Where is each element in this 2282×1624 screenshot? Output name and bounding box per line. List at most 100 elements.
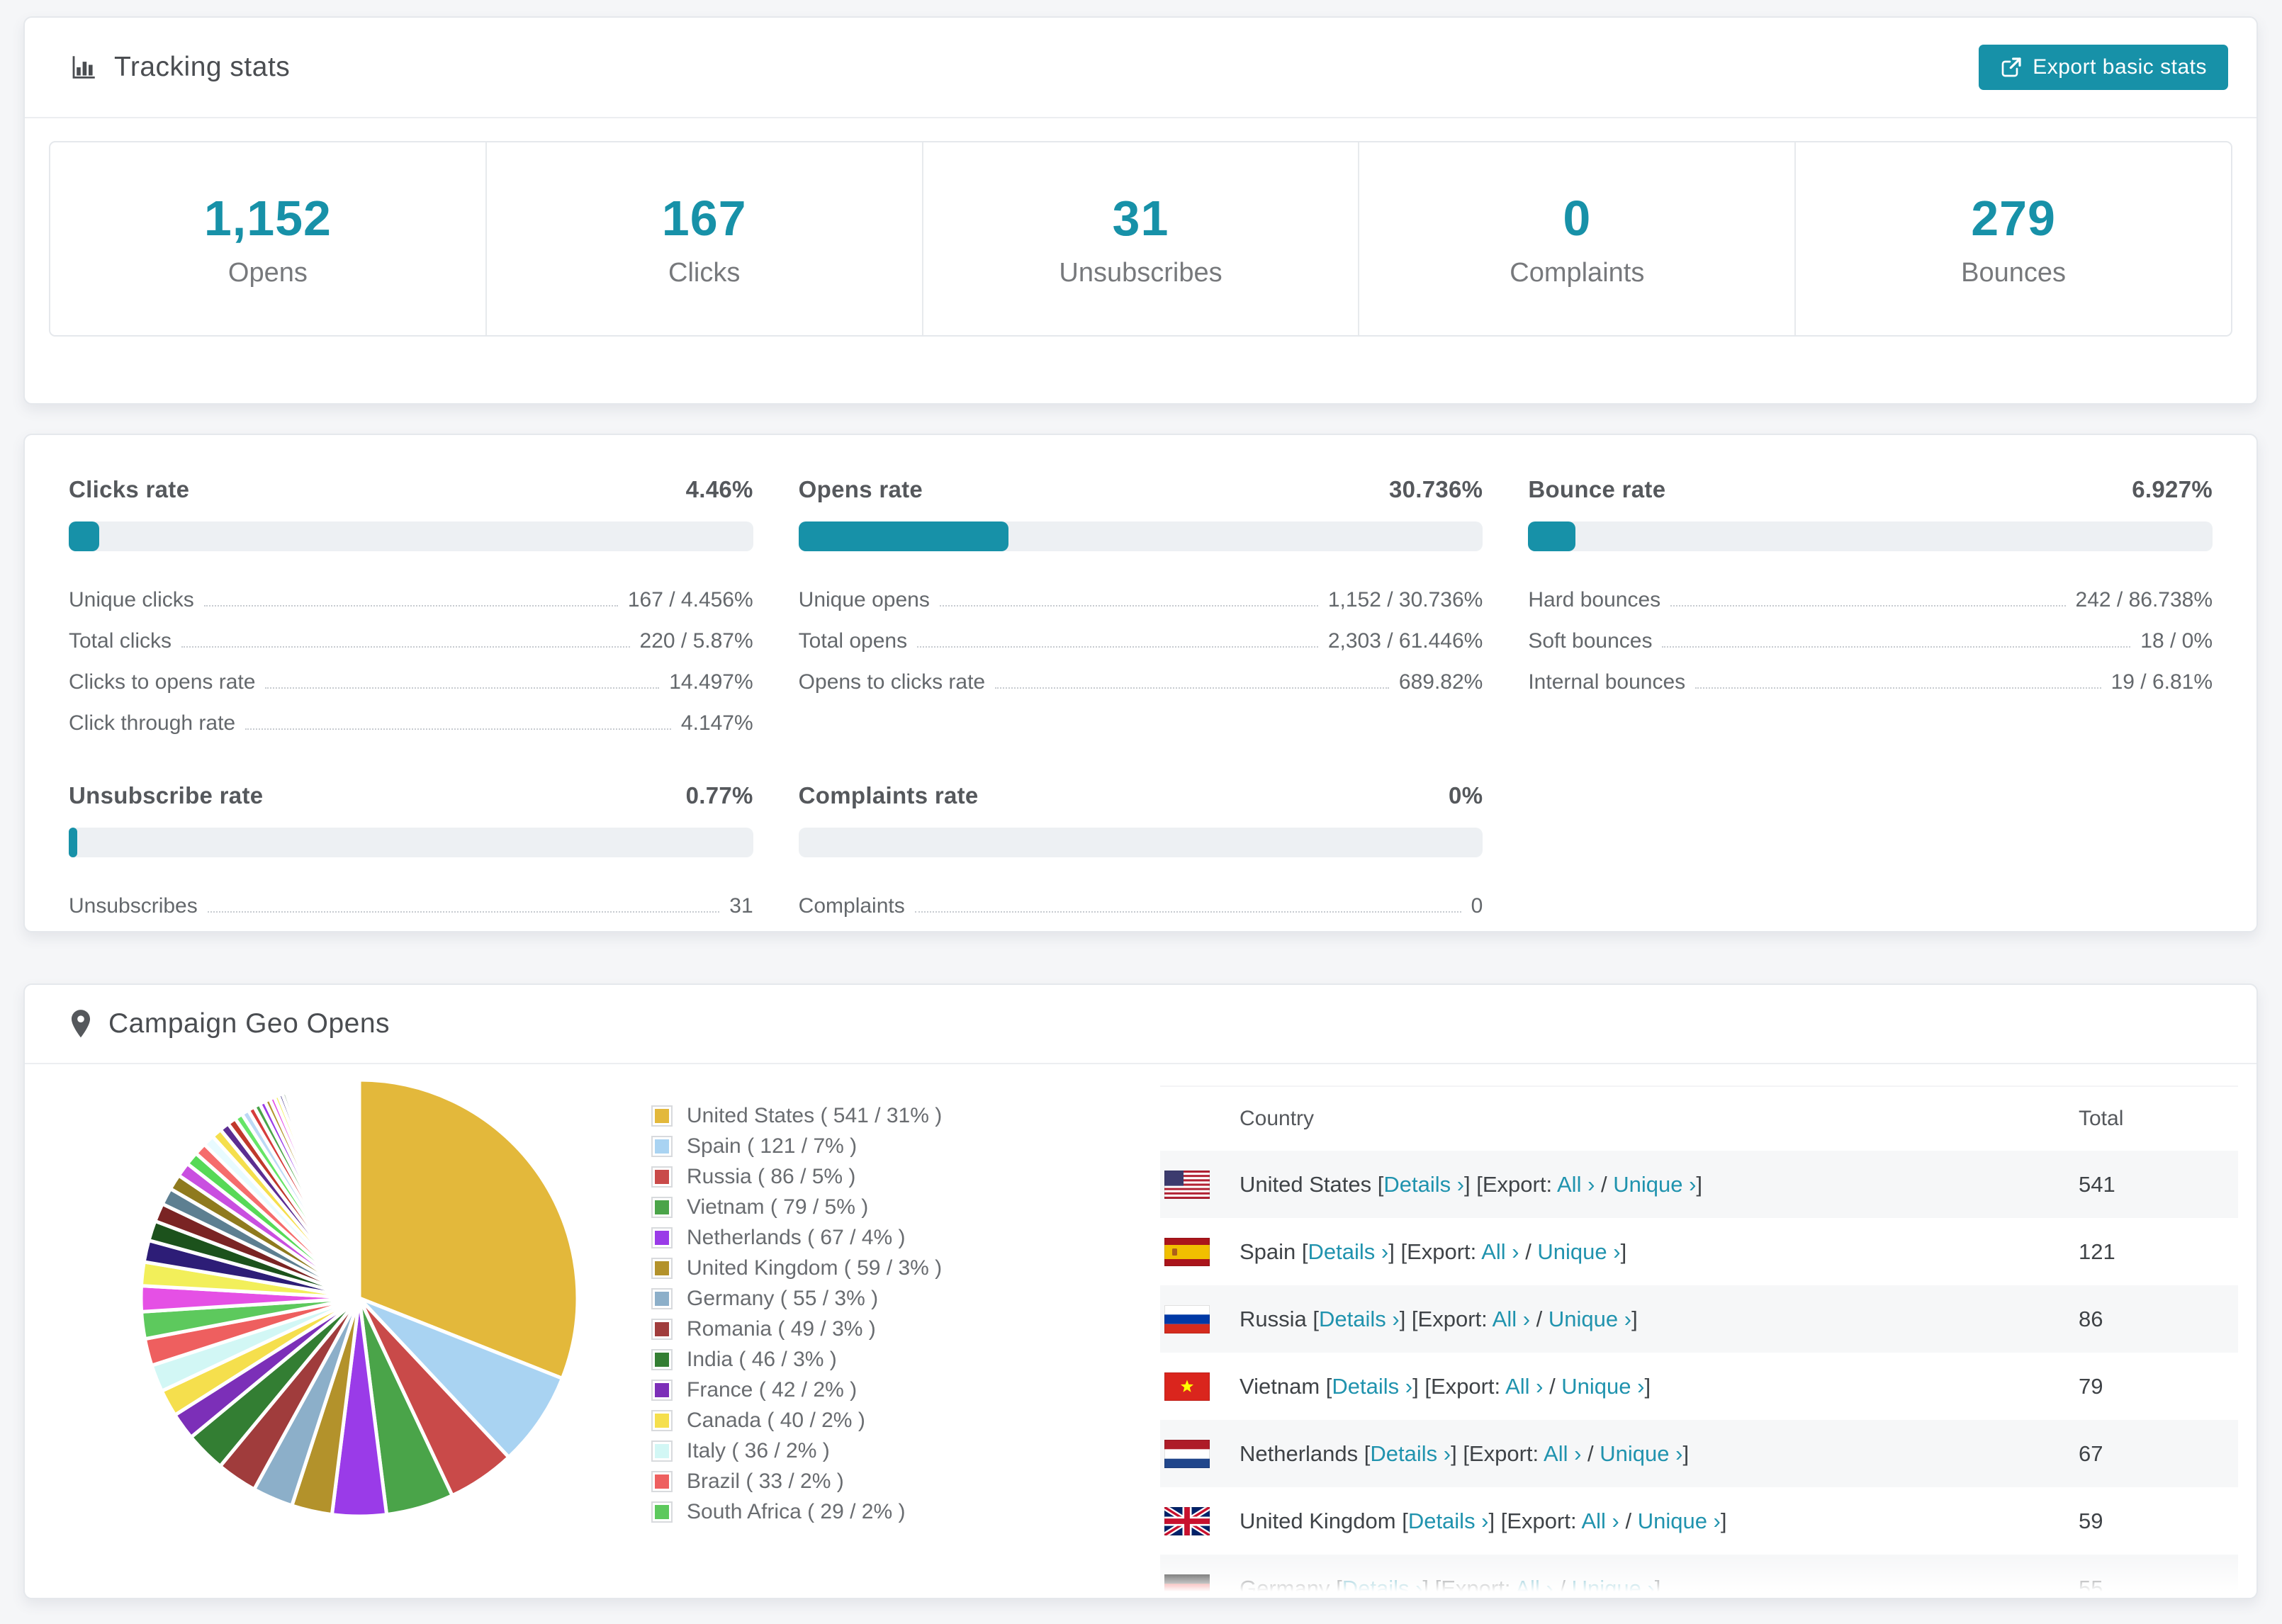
rate-title: Opens rate bbox=[798, 476, 923, 502]
details-link[interactable]: Details › bbox=[1383, 1172, 1464, 1197]
details-link[interactable]: Details › bbox=[1342, 1576, 1423, 1598]
details-link[interactable]: Details › bbox=[1308, 1239, 1389, 1264]
export-all-link[interactable]: All › bbox=[1581, 1509, 1619, 1533]
legend-label: Romania ( 49 / 3% ) bbox=[687, 1316, 876, 1341]
rate-row-value: 19 / 6.81% bbox=[2110, 670, 2213, 694]
legend-item[interactable]: United Kingdom ( 59 / 3% ) bbox=[651, 1253, 942, 1283]
details-link[interactable]: Details › bbox=[1332, 1374, 1412, 1399]
legend-item[interactable]: Netherlands ( 67 / 4% ) bbox=[651, 1222, 942, 1253]
legend-label: Brazil ( 33 / 2% ) bbox=[687, 1469, 844, 1493]
geo-header: Campaign Geo Opens bbox=[25, 985, 2256, 1064]
table-row: United Kingdom [Details ›] [Export: All … bbox=[1160, 1487, 2238, 1555]
export-unique-link[interactable]: Unique › bbox=[1600, 1441, 1682, 1466]
rate-detail-row: Unsubscribes 31 bbox=[69, 877, 753, 918]
us-flag-icon bbox=[1164, 1170, 1210, 1199]
export-unique-link[interactable]: Unique › bbox=[1537, 1239, 1620, 1264]
stat-label: Opens bbox=[227, 257, 308, 288]
row-total: 86 bbox=[2079, 1306, 2103, 1331]
rate-title: Unsubscribe rate bbox=[69, 782, 264, 808]
ru-flag-icon bbox=[1164, 1304, 1210, 1333]
rate-detail-row: Soft bounces 18 / 0% bbox=[1528, 612, 2213, 653]
stat-cell: 31 Unsubscribes bbox=[921, 142, 1359, 335]
legend-label: Canada ( 40 / 2% ) bbox=[687, 1408, 865, 1432]
rate-value: 6.927% bbox=[2132, 476, 2213, 502]
country-cell: Russia [Details ›] [Export: All › / Uniq… bbox=[1240, 1306, 1638, 1331]
legend-item[interactable]: Russia ( 86 / 5% ) bbox=[651, 1161, 942, 1192]
row-total: 67 bbox=[2079, 1440, 2103, 1466]
export-unique-link[interactable]: Unique › bbox=[1638, 1509, 1721, 1533]
legend-swatch-icon bbox=[651, 1348, 673, 1370]
export-unique-link[interactable]: Unique › bbox=[1572, 1576, 1655, 1598]
progress-fill bbox=[69, 521, 100, 551]
table-row: Spain [Details ›] [Export: All › / Uniqu… bbox=[1160, 1218, 2238, 1285]
export-unique-link[interactable]: Unique › bbox=[1561, 1374, 1644, 1399]
export-unique-link[interactable]: Unique › bbox=[1613, 1172, 1696, 1197]
rate-detail-row: Total clicks 220 / 5.87% bbox=[69, 612, 753, 653]
rate-row-label: Hard bounces bbox=[1528, 588, 1661, 611]
dotted-leader bbox=[207, 911, 720, 913]
row-total: 55 bbox=[2079, 1575, 2103, 1599]
dotted-leader bbox=[245, 728, 671, 730]
rate-detail-row: Internal bounces 19 / 6.81% bbox=[1528, 653, 2213, 694]
rate-row-label: Opens to clicks rate bbox=[798, 670, 986, 694]
table-row: United States [Details ›] [Export: All ›… bbox=[1160, 1151, 2238, 1218]
export-all-link[interactable]: All › bbox=[1544, 1441, 1581, 1466]
rate-detail-row: Complaints 0 bbox=[799, 877, 1483, 918]
rate-title: Complaints rate bbox=[798, 782, 979, 808]
stat-cell: 1,152 Opens bbox=[50, 142, 485, 335]
details-link[interactable]: Details › bbox=[1408, 1509, 1489, 1533]
stat-value: 279 bbox=[1971, 190, 2056, 246]
legend-item[interactable]: Italy ( 36 / 2% ) bbox=[651, 1436, 942, 1466]
rate-row-label: Total clicks bbox=[69, 629, 172, 653]
dotted-leader bbox=[939, 605, 1318, 607]
dotted-leader bbox=[917, 646, 1318, 648]
country-name: Russia bbox=[1240, 1306, 1307, 1331]
legend-item[interactable]: Vietnam ( 79 / 5% ) bbox=[651, 1192, 942, 1222]
legend-item[interactable]: Brazil ( 33 / 2% ) bbox=[651, 1466, 942, 1496]
rate-row-label: Complaints bbox=[798, 894, 905, 918]
stat-cell: 279 Bounces bbox=[1794, 142, 2231, 335]
rate-title: Clicks rate bbox=[69, 476, 190, 502]
legend-label: United Kingdom ( 59 / 3% ) bbox=[687, 1256, 943, 1280]
legend-swatch-icon bbox=[651, 1409, 673, 1431]
progress-fill bbox=[69, 828, 77, 857]
export-unique-link[interactable]: Unique › bbox=[1548, 1307, 1631, 1331]
legend-item[interactable]: France ( 42 / 2% ) bbox=[651, 1375, 942, 1405]
rate-row-value: 18 / 0% bbox=[2140, 629, 2213, 653]
rate-row-label: Clicks to opens rate bbox=[69, 670, 256, 694]
rates-card: Clicks rate 4.46% Unique clicks 167 / 4.4… bbox=[23, 434, 2258, 932]
stat-cell: 0 Complaints bbox=[1358, 142, 1794, 335]
export-all-link[interactable]: All › bbox=[1481, 1239, 1519, 1264]
legend-item[interactable]: Spain ( 121 / 7% ) bbox=[651, 1131, 942, 1161]
export-all-link[interactable]: All › bbox=[1505, 1374, 1543, 1399]
export-all-link[interactable]: All › bbox=[1493, 1307, 1530, 1331]
legend-item[interactable]: Canada ( 40 / 2% ) bbox=[651, 1405, 942, 1436]
table-row: Germany [Details ›] [Export: All › / Uni… bbox=[1160, 1555, 2238, 1599]
legend-swatch-icon bbox=[651, 1257, 673, 1279]
table-header-row: Country Total bbox=[1160, 1087, 2238, 1151]
geo-opens-pie-chart[interactable] bbox=[133, 1071, 586, 1525]
progress-bar bbox=[1528, 521, 2213, 551]
rate-group: Clicks rate 4.46% Unique clicks 167 / 4.4… bbox=[69, 476, 753, 735]
export-all-link[interactable]: All › bbox=[1515, 1576, 1553, 1598]
legend-item[interactable]: Germany ( 55 / 3% ) bbox=[651, 1283, 942, 1314]
legend-item[interactable]: Romania ( 49 / 3% ) bbox=[651, 1314, 942, 1344]
details-link[interactable]: Details › bbox=[1319, 1307, 1400, 1331]
rate-value: 4.46% bbox=[685, 476, 753, 502]
rate-row-label: Total opens bbox=[798, 629, 908, 653]
legend-item[interactable]: India ( 46 / 3% ) bbox=[651, 1344, 942, 1375]
country-name: Germany bbox=[1240, 1575, 1330, 1599]
row-total: 121 bbox=[2079, 1239, 2115, 1264]
export-all-link[interactable]: All › bbox=[1557, 1172, 1595, 1197]
legend-label: Italy ( 36 / 2% ) bbox=[687, 1438, 830, 1462]
table-row: Russia [Details ›] [Export: All › / Uniq… bbox=[1160, 1285, 2238, 1353]
details-link[interactable]: Details › bbox=[1370, 1441, 1451, 1466]
dotted-leader bbox=[1670, 605, 2066, 607]
legend-item[interactable]: South Africa ( 29 / 2% ) bbox=[651, 1496, 942, 1527]
export-basic-stats-button[interactable]: Export basic stats bbox=[1979, 45, 2228, 90]
legend-item[interactable]: United States ( 541 / 31% ) bbox=[651, 1100, 942, 1131]
bar-chart-icon bbox=[69, 52, 99, 82]
stat-value: 31 bbox=[1112, 190, 1169, 246]
legend-swatch-icon bbox=[651, 1227, 673, 1248]
country-cell: United Kingdom [Details ›] [Export: All … bbox=[1240, 1508, 1727, 1533]
